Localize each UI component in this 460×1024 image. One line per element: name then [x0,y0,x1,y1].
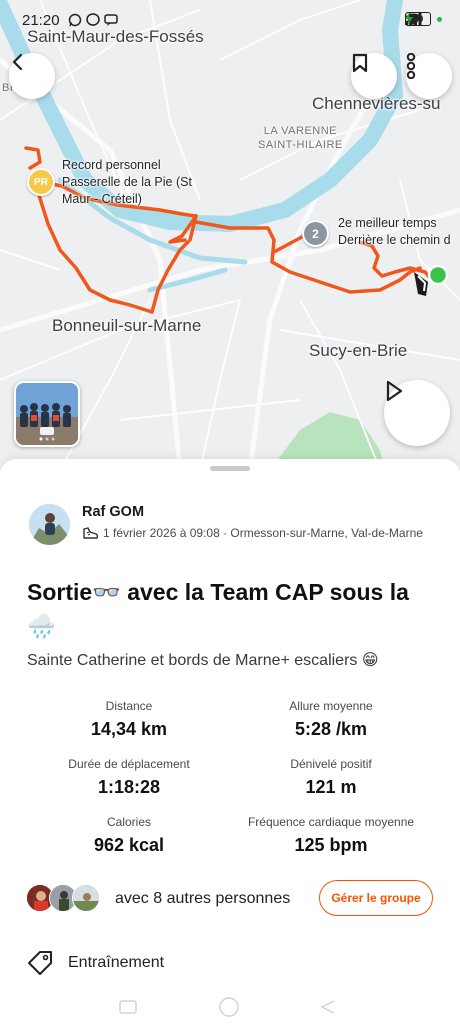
tag-icon [28,951,52,975]
status-bar: 21:20 20 [0,0,460,40]
activity-title: Sortie👓 avec la Team CAP sous la 🌧️ [27,579,409,639]
second-best-badge-icon[interactable]: 2 [302,220,329,247]
bookmark-button[interactable] [351,53,397,99]
segment-second-line2: Derrière le chemin d [338,233,451,247]
place-sucy: Sucy-en-Brie [309,341,408,360]
segment-second-label[interactable]: 2e meilleur temps Derrière le chemin d [338,215,451,249]
activity-description: Sainte Catherine et bords de Marne+ esca… [27,652,379,669]
activity-details-sheet[interactable]: Raf GOM 1 février 2026 à 09:08 · Ormesso… [0,459,460,1024]
charging-icon [405,12,413,25]
member-photo [73,885,99,911]
stat-label: Fréquence cardiaque moyenne [247,815,415,829]
place-varenne-line1: LA VARENNE [263,125,338,137]
activity-photo-thumbnail[interactable] [14,381,80,447]
place-bonneuil: Bonneuil-sur-Marne [52,316,202,335]
place-varenne: LA VARENNE SAINT-HILAIRE [258,124,343,152]
stat-distance: Distance 14,34 km [19,699,239,740]
group-activity-row[interactable]: avec 8 autres personnes Gérer le groupe [26,880,436,918]
avatar-image [29,504,70,545]
pr-badge-icon[interactable]: PR [27,168,55,196]
stat-value: 121 m [305,777,357,797]
stat-label: Durée de déplacement [68,757,190,771]
segment-second-line1: 2e meilleur temps [338,216,437,230]
back-nav-icon [320,1000,335,1014]
manage-group-button[interactable]: Gérer le groupe [319,880,433,916]
status-dot [437,16,442,22]
play-icon [386,380,403,402]
status-time: 21:20 [22,12,60,29]
stat-calories: Calories 962 kcal [19,815,239,856]
athlete-name[interactable]: Raf GOM [82,504,144,520]
stat-value: 1:18:28 [97,777,161,797]
second-badge-text: 2 [312,226,319,241]
pr-badge-text: PR [34,176,48,188]
whatsapp-icon [68,13,82,27]
back-arrow-icon [12,53,23,71]
workout-type-label: Entraînement [68,954,165,971]
stat-pace: Allure moyenne 5:28 /km [221,699,441,740]
play-flyover-button[interactable] [384,380,450,446]
segment-pr-line1: Record personnel [62,158,161,172]
activity-date-location: 1 février 2026 à 09:08 · Ormesson-sur-Ma… [103,526,423,540]
segment-pr-line2: Passerelle de la Pie (St [62,175,192,189]
stat-label: Distance [105,699,153,713]
recents-nav-icon [119,1000,137,1014]
back-button[interactable] [9,53,55,99]
stat-label: Dénivelé positif [290,757,372,771]
bookmark-icon [352,53,368,73]
segment-pr-line3: Maur - Créteil) [62,192,142,206]
athlete-avatar[interactable] [29,504,70,545]
activity-meta: 1 février 2026 à 09:08 · Ormesson-sur-Ma… [82,526,423,540]
place-varenne-line2: SAINT-HILAIRE [258,139,343,151]
segment-pr-label[interactable]: Record personnel Passerelle de la Pie (S… [62,157,192,208]
messenger-icon [86,13,100,26]
route-map[interactable]: PR 2 Saint-Maur-des-Fossés BRY Chenneviè… [0,0,460,470]
stat-label: Calories [106,815,151,829]
running-shoe-icon [83,527,99,539]
more-vertical-icon [406,53,416,79]
stat-value: 962 kcal [93,835,165,855]
group-members-text[interactable]: avec 8 autres personnes [115,890,290,908]
group-member-avatar [72,884,100,912]
stat-elevation-gain: Dénivelé positif 121 m [221,757,441,798]
stat-value: 14,34 km [90,719,168,739]
more-options-button[interactable] [406,53,452,99]
system-navigation-bar [119,997,335,1017]
workout-type-row[interactable]: Entraînement [26,946,436,980]
stat-moving-time: Durée de déplacement 1:18:28 [19,757,239,798]
stat-heart-rate: Fréquence cardiaque moyenne 125 bpm [221,815,441,856]
stat-value: 5:28 /km [294,719,368,739]
chat-icon [104,14,118,26]
stat-value: 125 bpm [294,835,368,855]
home-nav-icon [219,997,239,1017]
group-photo-image [16,383,78,445]
stat-label: Allure moyenne [289,699,373,713]
drag-handle[interactable] [210,466,250,471]
